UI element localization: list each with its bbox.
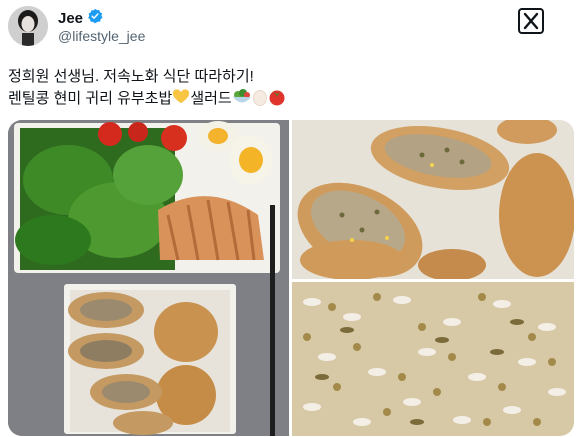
tweet-header: Jee @lifestyle_jee xyxy=(0,0,582,56)
mixed-grain-rice-photo[interactable] xyxy=(292,282,574,436)
tomato-icon xyxy=(268,88,286,113)
inari-closeup-photo[interactable] xyxy=(292,120,574,279)
media-grid[interactable] xyxy=(8,120,574,436)
avatar[interactable] xyxy=(8,6,48,46)
yellow-heart-icon xyxy=(172,88,190,113)
author-handle[interactable]: @lifestyle_jee xyxy=(58,28,145,44)
display-name[interactable]: Jee xyxy=(58,10,83,27)
tweet-text: 정희원 선생님. 저속노화 식단 따라하기! 렌틸콩 현미 귀리 유부초밥 샐러드 xyxy=(8,66,286,113)
text-salad-label: 샐러드 xyxy=(190,90,232,107)
x-logo-icon[interactable] xyxy=(518,8,544,34)
egg-icon xyxy=(252,88,268,113)
tweet-line-2-text: 렌틸콩 현미 귀리 유부초밥 xyxy=(8,90,173,107)
name-row: Jee xyxy=(58,8,103,29)
verified-badge-icon xyxy=(87,8,103,29)
tweet-line-2: 렌틸콩 현미 귀리 유부초밥 샐러드 xyxy=(8,88,286,113)
salad-icon xyxy=(232,88,252,113)
tweet-line-1: 정희원 선생님. 저속노화 식단 따라하기! xyxy=(8,68,254,85)
salad-and-inari-photo[interactable] xyxy=(8,120,289,436)
